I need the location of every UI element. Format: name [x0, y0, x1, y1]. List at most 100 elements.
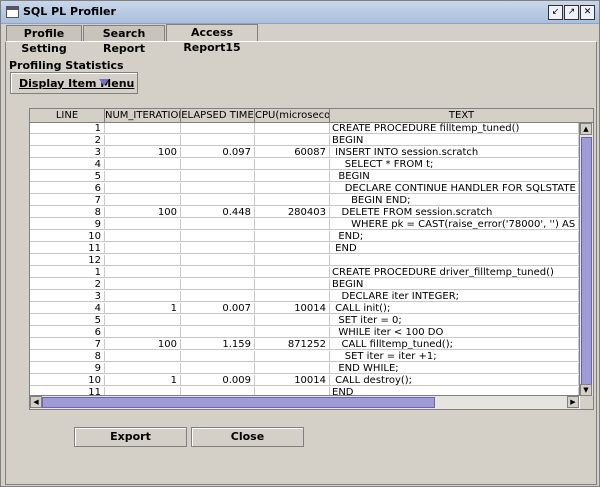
table-row[interactable]: 1 CREATE PROCEDURE filltemp_tuned()	[30, 123, 579, 135]
tab-search-report[interactable]: Search Report	[83, 25, 165, 55]
title-bar: SQL PL Profiler ↙ ↗ ✕	[1, 1, 599, 24]
col-header-elapsed-time[interactable]: ELAPSED TIME	[181, 109, 255, 122]
cell-line: 4	[30, 159, 105, 170]
cell-text: BEGIN	[330, 171, 579, 182]
vertical-scroll-thumb[interactable]	[581, 137, 592, 392]
cell-cpu	[255, 231, 330, 242]
display-item-menu-label: Display Item Menu	[19, 77, 135, 90]
col-header-num-iteration[interactable]: NUM_ITERATION	[105, 109, 181, 122]
cell-cpu	[255, 363, 330, 374]
cell-num-iteration	[105, 231, 181, 242]
cell-text: CALL init();	[330, 303, 579, 314]
export-button[interactable]: Export	[74, 427, 187, 447]
cell-elapsed-time	[181, 327, 255, 338]
cell-text	[330, 255, 579, 266]
table-row[interactable]: 5 BEGIN	[30, 171, 579, 183]
cell-text: DECLARE CONTINUE HANDLER FOR SQLSTATE '7…	[330, 183, 579, 194]
cell-num-iteration: 1	[105, 375, 181, 386]
cell-num-iteration	[105, 183, 181, 194]
table-row[interactable]: 6 DECLARE CONTINUE HANDLER FOR SQLSTATE …	[30, 183, 579, 195]
cell-line: 3	[30, 147, 105, 158]
cell-elapsed-time	[181, 291, 255, 302]
cell-line: 1	[30, 123, 105, 134]
cell-text: BEGIN END;	[330, 195, 579, 206]
table-row[interactable]: 7 100 1.159 871252 CALL filltemp_tuned();	[30, 339, 579, 351]
table-row[interactable]: 3 DECLARE iter INTEGER;	[30, 291, 579, 303]
cell-cpu	[255, 351, 330, 362]
cell-elapsed-time: 0.007	[181, 303, 255, 314]
cell-text: END;	[330, 231, 579, 242]
col-header-line[interactable]: LINE	[30, 109, 105, 122]
scroll-corner	[580, 396, 593, 409]
table-body: 1 CREATE PROCEDURE filltemp_tuned() 2 BEGIN…	[30, 123, 579, 396]
scroll-up-icon[interactable]: ▲	[580, 123, 592, 135]
table-row[interactable]: 2 BEGIN	[30, 135, 579, 147]
tab-access-report[interactable]: Access Report15	[166, 24, 258, 54]
table-row[interactable]: 10 1 0.009 10014 CALL destroy();	[30, 375, 579, 387]
cell-cpu	[255, 267, 330, 278]
cell-cpu: 10014	[255, 303, 330, 314]
restore-icon[interactable]: ↗	[564, 5, 579, 20]
scroll-left-icon[interactable]: ◀	[30, 396, 42, 408]
table-row[interactable]: 8 100 0.448 280403 DELETE FROM session.scra…	[30, 207, 579, 219]
cell-cpu: 871252	[255, 339, 330, 350]
cell-line: 9	[30, 219, 105, 230]
table-row[interactable]: 4 SELECT * FROM t;	[30, 159, 579, 171]
vertical-scrollbar[interactable]: ▲ ▼	[579, 123, 593, 396]
horizontal-scroll-thumb[interactable]	[42, 397, 435, 408]
table-row[interactable]: 4 1 0.007 10014 CALL init();	[30, 303, 579, 315]
tab-profile-setting[interactable]: Profile Setting	[6, 25, 82, 55]
table-row[interactable]: 8 SET iter = iter +1;	[30, 351, 579, 363]
table-row[interactable]: 6 WHILE iter < 100 DO	[30, 327, 579, 339]
table-row[interactable]: 10 END;	[30, 231, 579, 243]
cell-elapsed-time	[181, 363, 255, 374]
table-row[interactable]: 7 BEGIN END;	[30, 195, 579, 207]
cell-num-iteration	[105, 123, 181, 134]
table-row[interactable]: 9 WHERE pk = CAST(raise_error('78000', '…	[30, 219, 579, 231]
cell-elapsed-time	[181, 159, 255, 170]
cell-cpu: 280403	[255, 207, 330, 218]
col-header-text[interactable]: TEXT	[330, 109, 593, 122]
col-header-cpu[interactable]: CPU(microseco...	[255, 109, 330, 122]
table-row[interactable]: 1 CREATE PROCEDURE driver_filltemp_tuned(…	[30, 267, 579, 279]
cell-num-iteration	[105, 351, 181, 362]
close-icon[interactable]: ✕	[580, 5, 595, 20]
scroll-right-icon[interactable]: ▶	[567, 396, 579, 408]
cell-line: 4	[30, 303, 105, 314]
cell-num-iteration: 100	[105, 147, 181, 158]
table-row[interactable]: 3 100 0.097 60087 INSERT INTO session.scrat…	[30, 147, 579, 159]
cell-text: WHERE pk = CAST(raise_error('78000', '')…	[330, 219, 579, 230]
profiler-window: SQL PL Profiler ↙ ↗ ✕ Profile Setting Se…	[0, 0, 600, 487]
cell-cpu	[255, 123, 330, 134]
table-row[interactable]: 9 END WHILE;	[30, 363, 579, 375]
cell-elapsed-time	[181, 243, 255, 254]
cell-cpu: 60087	[255, 147, 330, 158]
profile-table: LINE NUM_ITERATION ELAPSED TIME CPU(micr…	[29, 108, 594, 410]
cell-line: 8	[30, 207, 105, 218]
cell-line: 5	[30, 171, 105, 182]
table-header: LINE NUM_ITERATION ELAPSED TIME CPU(micr…	[30, 109, 593, 123]
close-button[interactable]: Close	[191, 427, 304, 447]
table-row[interactable]: 12	[30, 255, 579, 267]
table-row[interactable]: 11 END	[30, 243, 579, 255]
cell-num-iteration	[105, 255, 181, 266]
cell-cpu	[255, 291, 330, 302]
table-row[interactable]: 2 BEGIN	[30, 279, 579, 291]
cell-cpu	[255, 219, 330, 230]
cell-text: INSERT INTO session.scratch	[330, 147, 579, 158]
cell-text: SET iter = iter +1;	[330, 351, 579, 362]
cell-text: BEGIN	[330, 279, 579, 290]
cell-text: END WHILE;	[330, 363, 579, 374]
cell-elapsed-time	[181, 135, 255, 146]
cell-cpu	[255, 171, 330, 182]
cell-line: 10	[30, 375, 105, 386]
cell-text: BEGIN	[330, 135, 579, 146]
cell-elapsed-time	[181, 279, 255, 290]
cell-line: 7	[30, 339, 105, 350]
scroll-down-icon[interactable]: ▼	[580, 384, 592, 396]
minimize-icon[interactable]: ↙	[548, 5, 563, 20]
table-row[interactable]: 5 SET iter = 0;	[30, 315, 579, 327]
display-item-menu-button[interactable]: Display Item Menu	[10, 72, 138, 94]
horizontal-scrollbar[interactable]: ◀ ▶	[30, 395, 579, 409]
cell-line: 2	[30, 135, 105, 146]
